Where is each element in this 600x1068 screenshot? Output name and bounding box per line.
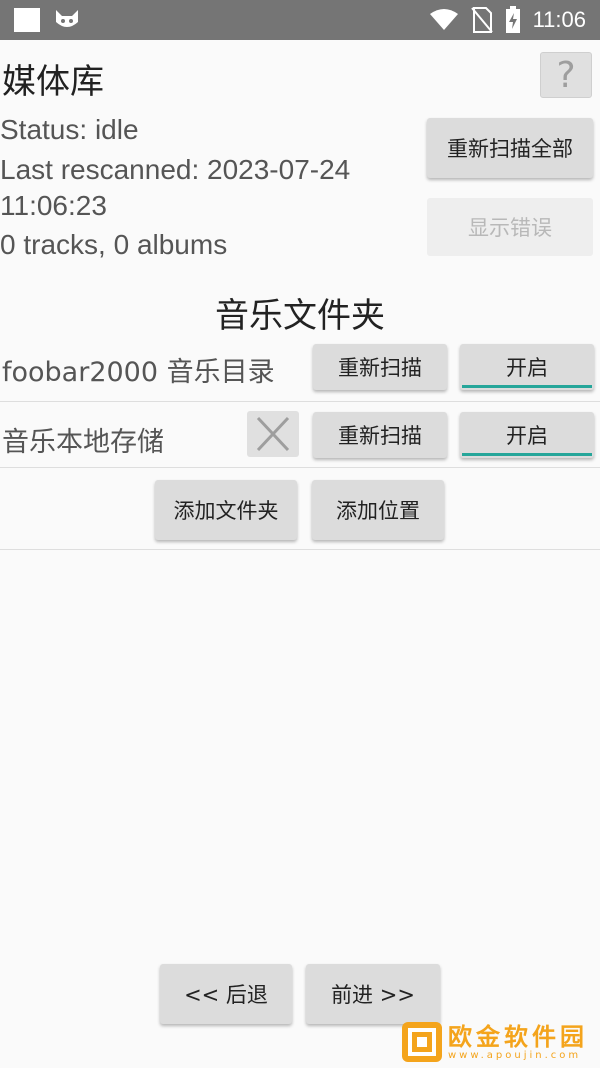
status-time: 11:06: [532, 7, 586, 32]
close-icon: [256, 416, 290, 452]
folder-name: 音乐本地存储: [2, 427, 164, 458]
cat-face-icon: [56, 10, 78, 27]
folder-toggle-button[interactable]: 开启: [460, 412, 594, 458]
page-title: 媒体库: [2, 62, 104, 102]
wifi-icon: [429, 9, 458, 30]
music-folders-title: 音乐文件夹: [215, 296, 385, 336]
folder-toggle-button[interactable]: 开启: [460, 344, 594, 390]
back-button[interactable]: << 后退: [160, 964, 292, 1024]
folder-name: foobar2000 音乐目录: [2, 357, 275, 388]
no-sim-icon: [470, 7, 493, 33]
square-notification-icon: [14, 8, 40, 32]
watermark-name: 欧金软件园: [448, 1022, 588, 1051]
folder-rescan-button[interactable]: 重新扫描: [313, 344, 447, 390]
last-rescanned-text: Last rescanned: 2023-07-24: [0, 154, 351, 185]
next-button[interactable]: 前进 >>: [306, 964, 440, 1024]
battery-charging-icon: [505, 6, 520, 33]
library-counts: 0 tracks, 0 albums: [0, 229, 228, 260]
folder-rescan-button[interactable]: 重新扫描: [313, 412, 447, 458]
status-bar: 11:06: [0, 0, 600, 40]
add-location-button[interactable]: 添加位置: [312, 480, 444, 540]
last-rescanned-time: 11:06:23: [0, 190, 107, 221]
row-divider: [0, 467, 600, 468]
row-divider: [0, 549, 600, 550]
rescan-all-button[interactable]: 重新扫描全部: [427, 118, 593, 178]
status-text: Status: idle: [0, 114, 139, 145]
show-errors-button[interactable]: 显示错误: [427, 198, 593, 256]
row-divider: [0, 401, 600, 402]
watermark-icon: [402, 1022, 442, 1062]
add-folder-button[interactable]: 添加文件夹: [155, 480, 297, 540]
watermark-url: www.apoujin.com: [448, 1049, 582, 1061]
remove-folder-button[interactable]: [247, 411, 299, 457]
watermark-logo: 欧金软件园 www.apoujin.com: [402, 1020, 594, 1064]
help-button[interactable]: ?: [540, 52, 592, 98]
